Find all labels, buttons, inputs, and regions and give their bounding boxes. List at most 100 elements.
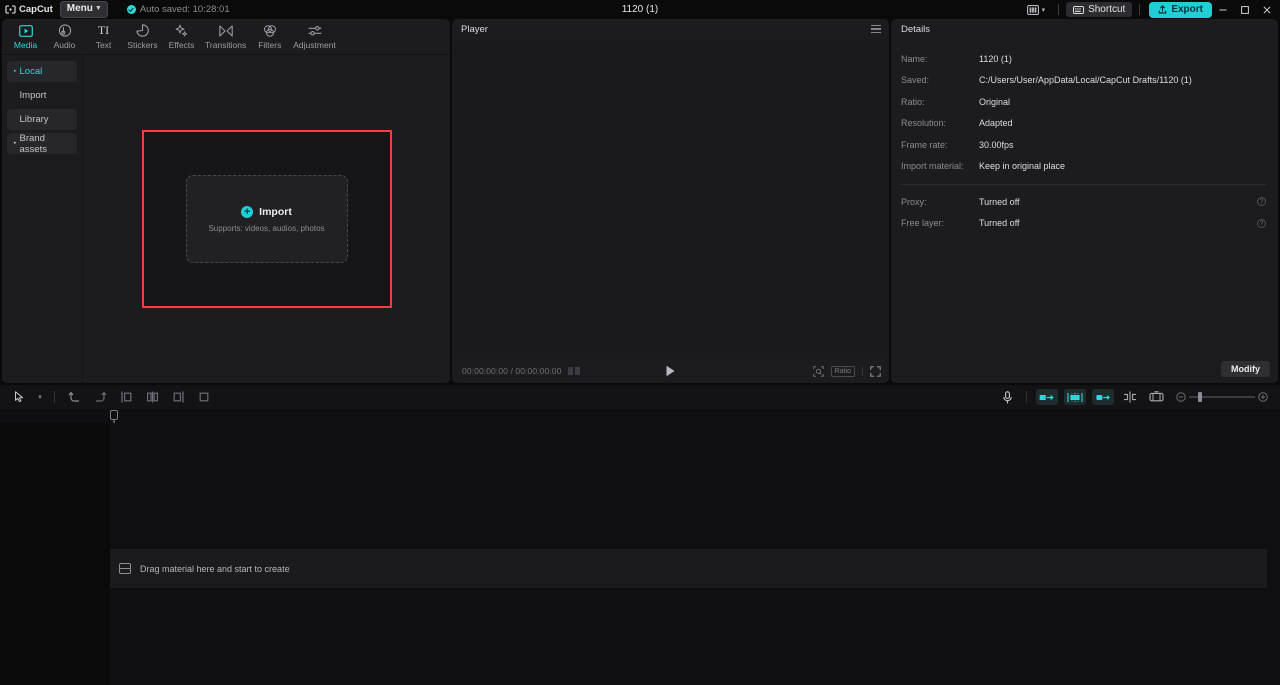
tab-audio[interactable]: Audio xyxy=(45,22,84,52)
trim-left-button[interactable] xyxy=(113,387,139,407)
timeline-ruler[interactable] xyxy=(0,409,1280,682)
title-bar-left: CapCut Menu ▼ Auto saved: 10:28:01 xyxy=(0,1,230,18)
media-panel: Media Audio TI Text Stickers Effects Tra… xyxy=(2,19,450,383)
media-body: ▸ Local ▸ Import ▸ Library ▸ Brand asset… xyxy=(2,55,450,383)
timeline-panel: ▾ Drag material here and start to create xyxy=(0,385,1280,685)
maximize-button[interactable] xyxy=(1234,0,1256,19)
import-button[interactable]: + Import xyxy=(241,205,292,218)
app-logo: CapCut xyxy=(5,4,53,15)
media-content-area: + Import Supports: videos, audios, photo… xyxy=(83,55,450,383)
zoom-slider-track[interactable] xyxy=(1189,392,1255,402)
timecode-display-icon[interactable] xyxy=(568,367,581,375)
title-bar: CapCut Menu ▼ Auto saved: 10:28:01 1120 … xyxy=(0,0,1280,19)
tab-effects[interactable]: Effects xyxy=(162,22,201,52)
menu-button[interactable]: Menu ▼ xyxy=(59,1,108,18)
details-header: Details xyxy=(901,23,931,35)
timeline-zoom-slider[interactable] xyxy=(1173,387,1271,407)
import-drop-zone[interactable]: + Import Supports: videos, audios, photo… xyxy=(141,130,392,308)
shortcut-label: Shortcut xyxy=(1088,4,1126,15)
divider xyxy=(54,391,55,403)
split-button[interactable] xyxy=(139,387,165,407)
details-key: Name: xyxy=(901,53,928,64)
menu-label: Menu xyxy=(66,3,93,14)
playhead-handle[interactable] xyxy=(110,410,118,420)
details-row-ratio: Ratio: Original xyxy=(901,91,1268,113)
sidebar-item-brand-assets[interactable]: ▸ Brand assets xyxy=(7,132,77,155)
capcut-window: CapCut Menu ▼ Auto saved: 10:28:01 1120 … xyxy=(0,0,1280,685)
details-value: Turned off xyxy=(979,196,1020,207)
microphone-button[interactable] xyxy=(994,387,1020,407)
timeline-toolbar: ▾ xyxy=(0,385,1280,409)
hamburger-icon[interactable] xyxy=(871,24,881,34)
sidebar-item-label: Brand assets xyxy=(19,132,47,155)
plus-icon: + xyxy=(241,205,254,218)
tab-filters[interactable]: Filters xyxy=(250,22,289,52)
tab-media[interactable]: Media xyxy=(6,22,45,52)
chevron-down-icon: ▾ xyxy=(38,394,42,401)
tab-label: Filters xyxy=(258,39,282,50)
crop-button[interactable] xyxy=(1143,387,1169,407)
upload-icon xyxy=(1158,5,1167,14)
undo-button[interactable] xyxy=(61,387,87,407)
timeline-track-area[interactable]: Drag material here and start to create xyxy=(110,423,1280,685)
trim-right-button[interactable] xyxy=(165,387,191,407)
redo-button[interactable] xyxy=(87,387,113,407)
tab-stickers[interactable]: Stickers xyxy=(123,22,162,52)
shortcut-button[interactable]: Shortcut xyxy=(1066,2,1133,17)
zoom-in-icon[interactable] xyxy=(1255,387,1271,407)
zoom-slider-knob[interactable] xyxy=(1198,392,1202,402)
divider xyxy=(862,366,863,376)
minimize-button[interactable] xyxy=(1212,0,1234,19)
player-canvas[interactable] xyxy=(452,39,889,359)
sidebar-item-label: Import xyxy=(19,90,47,101)
player-panel: Player 00:00:00:00 / 00:00:00:00 Ratio xyxy=(452,19,889,383)
details-row-saved: Saved: C:/Users/User/AppData/Local/CapCu… xyxy=(901,70,1268,92)
play-icon[interactable] xyxy=(665,365,676,377)
details-row-free-layer: Free layer: Turned off ? xyxy=(901,213,1268,235)
details-key: Saved: xyxy=(901,75,930,86)
sidebar-item-library[interactable]: ▸ Library xyxy=(7,109,77,130)
auto-cut-button[interactable] xyxy=(1036,389,1058,405)
tab-text[interactable]: TI Text xyxy=(84,22,123,52)
playhead[interactable] xyxy=(110,410,118,682)
effects-icon xyxy=(175,24,188,38)
details-row-resolution: Resolution: Adapted xyxy=(901,113,1268,135)
details-divider xyxy=(901,184,1266,185)
sidebar-item-local[interactable]: ▸ Local xyxy=(7,61,77,82)
details-key: Proxy: xyxy=(901,196,927,207)
modify-button[interactable]: Modify xyxy=(1221,361,1270,377)
divider xyxy=(1058,4,1060,15)
mix-audio-button[interactable] xyxy=(1064,389,1086,405)
help-icon[interactable]: ? xyxy=(1257,197,1266,207)
layout-button[interactable]: ▾ xyxy=(1021,3,1052,17)
timeline-tracks: Drag material here and start to create xyxy=(0,423,1280,685)
keyboard-icon xyxy=(1073,5,1085,14)
select-tool-dropdown[interactable]: ▾ xyxy=(32,387,48,407)
tab-label: Text xyxy=(95,39,112,50)
autosave-status: Auto saved: 10:28:01 xyxy=(126,4,230,15)
tab-adjustment[interactable]: Adjustment xyxy=(289,22,340,52)
import-dashed-box[interactable]: + Import Supports: videos, audios, photo… xyxy=(185,175,348,263)
zoom-out-icon[interactable] xyxy=(1173,387,1189,407)
speed-ramp-button[interactable] xyxy=(1092,389,1114,405)
help-icon[interactable]: ? xyxy=(1257,218,1266,228)
zoom-fit-icon[interactable] xyxy=(812,365,824,377)
timeline-drop-hint[interactable]: Drag material here and start to create xyxy=(110,549,1267,588)
details-value: C:/Users/User/AppData/Local/CapCut Draft… xyxy=(979,75,1192,86)
fullscreen-icon[interactable] xyxy=(870,365,881,377)
sidebar-item-import[interactable]: ▸ Import xyxy=(7,85,77,106)
select-tool-button[interactable] xyxy=(6,387,32,407)
split-clip-button[interactable] xyxy=(1117,387,1143,407)
export-button[interactable]: Export xyxy=(1149,1,1212,18)
chevron-down-icon: ▼ xyxy=(94,4,102,12)
delete-button[interactable] xyxy=(191,387,217,407)
tab-label: Media xyxy=(13,39,38,50)
import-label: Import xyxy=(259,205,292,218)
filters-icon xyxy=(263,24,277,38)
media-icon xyxy=(18,24,33,38)
sidebar-item-label: Library xyxy=(19,114,49,125)
tab-transitions[interactable]: Transitions xyxy=(201,22,250,52)
app-name: CapCut xyxy=(19,4,53,15)
ratio-button[interactable]: Ratio xyxy=(830,365,855,377)
close-button[interactable] xyxy=(1256,0,1278,19)
